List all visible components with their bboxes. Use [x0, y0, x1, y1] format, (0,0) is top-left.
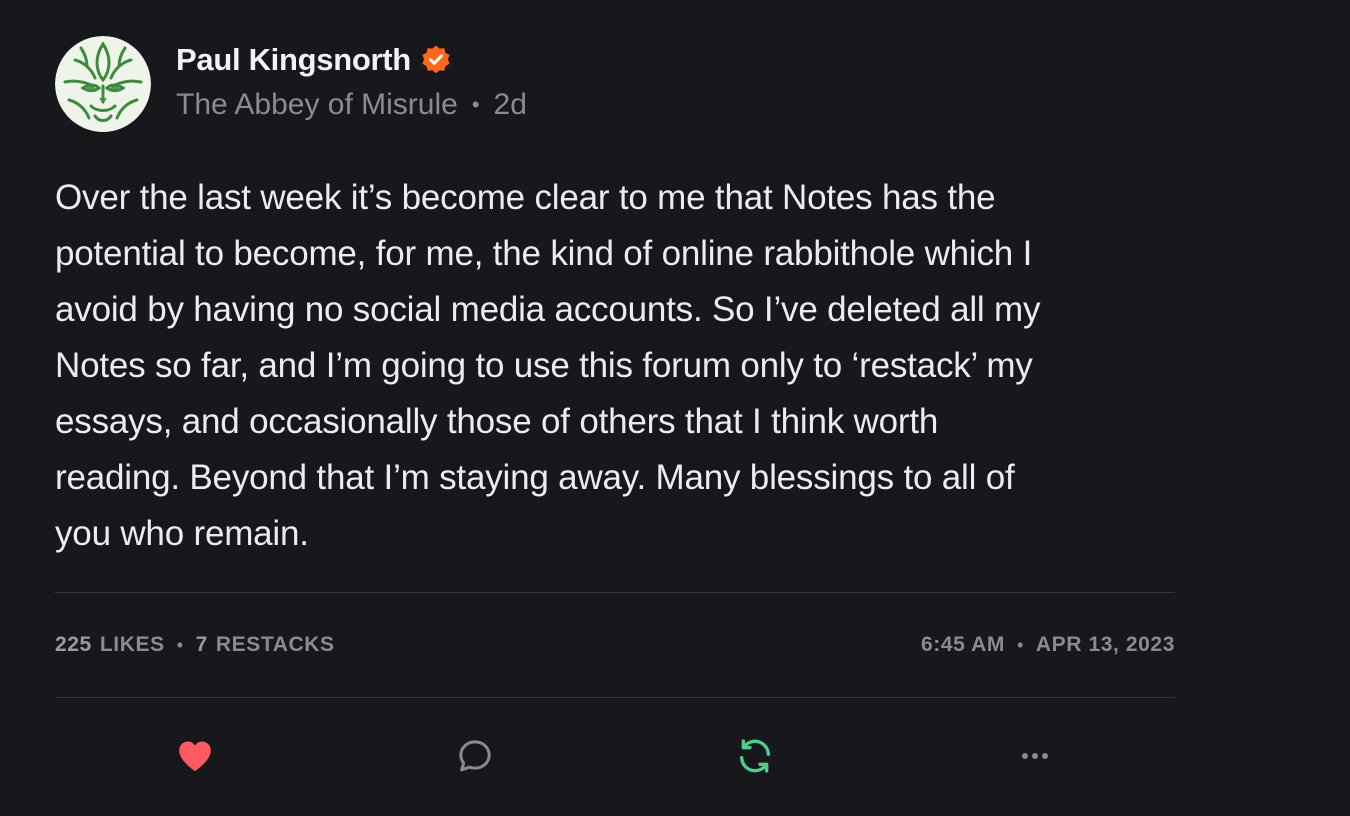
- likes-count: 225: [55, 633, 92, 656]
- engagement-stats: 225 LIKES • 7 RESTACKS: [55, 633, 335, 657]
- stats-row: 225 LIKES • 7 RESTACKS 6:45 AM • APR 13,…: [55, 593, 1175, 697]
- restacks-count: 7: [195, 633, 208, 656]
- note-body-line: you who remain.: [55, 514, 309, 553]
- timestamp: 6:45 AM • APR 13, 2023: [921, 633, 1175, 657]
- likes-label: LIKES: [99, 633, 165, 656]
- post-date: APR 13, 2023: [1035, 633, 1175, 656]
- note-body-line: Over the last week it’s become clear to …: [55, 178, 996, 217]
- action-bar: [55, 698, 1175, 814]
- note-body-line: avoid by having no social media accounts…: [55, 290, 1041, 329]
- note-body-line: essays, and occasionally those of others…: [55, 402, 939, 441]
- restack-button[interactable]: [733, 734, 777, 778]
- restacks-count-link[interactable]: 7 RESTACKS: [196, 633, 335, 657]
- note-card: Paul Kingsnorth The Abbey of Misrule • 2…: [55, 36, 1175, 814]
- note-body-line: Notes so far, and I’m going to use this …: [55, 346, 1033, 385]
- heart-icon: [179, 741, 211, 771]
- note-header: Paul Kingsnorth The Abbey of Misrule • 2…: [55, 36, 1175, 132]
- publication-name[interactable]: The Abbey of Misrule: [176, 88, 458, 122]
- likes-count-link[interactable]: 225 LIKES: [55, 633, 165, 657]
- separator-dot: •: [176, 634, 184, 655]
- separator-dot: •: [471, 92, 480, 117]
- note-body: Over the last week it’s become clear to …: [55, 170, 1175, 562]
- green-man-avatar-image: [55, 36, 151, 132]
- restacks-label: RESTACKS: [215, 633, 335, 656]
- more-icon: [1022, 753, 1048, 759]
- post-time: 6:45 AM: [921, 633, 1005, 656]
- note-body-line: reading. Beyond that I’m staying away. M…: [55, 458, 1015, 497]
- author-name-row: Paul Kingsnorth: [176, 40, 527, 80]
- comment-button[interactable]: [453, 734, 497, 778]
- more-options-button[interactable]: [1013, 734, 1057, 778]
- like-button[interactable]: [173, 734, 217, 778]
- note-body-line: potential to become, for me, the kind of…: [55, 234, 1033, 273]
- comment-icon: [459, 740, 491, 772]
- author-name[interactable]: Paul Kingsnorth: [176, 42, 411, 78]
- avatar[interactable]: [55, 36, 151, 132]
- author-sub-row: The Abbey of Misrule • 2d: [176, 88, 527, 122]
- restack-icon: [740, 739, 770, 773]
- note-age[interactable]: 2d: [494, 88, 527, 122]
- verified-badge-icon: [420, 44, 452, 76]
- author-meta: Paul Kingsnorth The Abbey of Misrule • 2…: [176, 36, 527, 122]
- separator-dot: •: [1016, 634, 1024, 655]
